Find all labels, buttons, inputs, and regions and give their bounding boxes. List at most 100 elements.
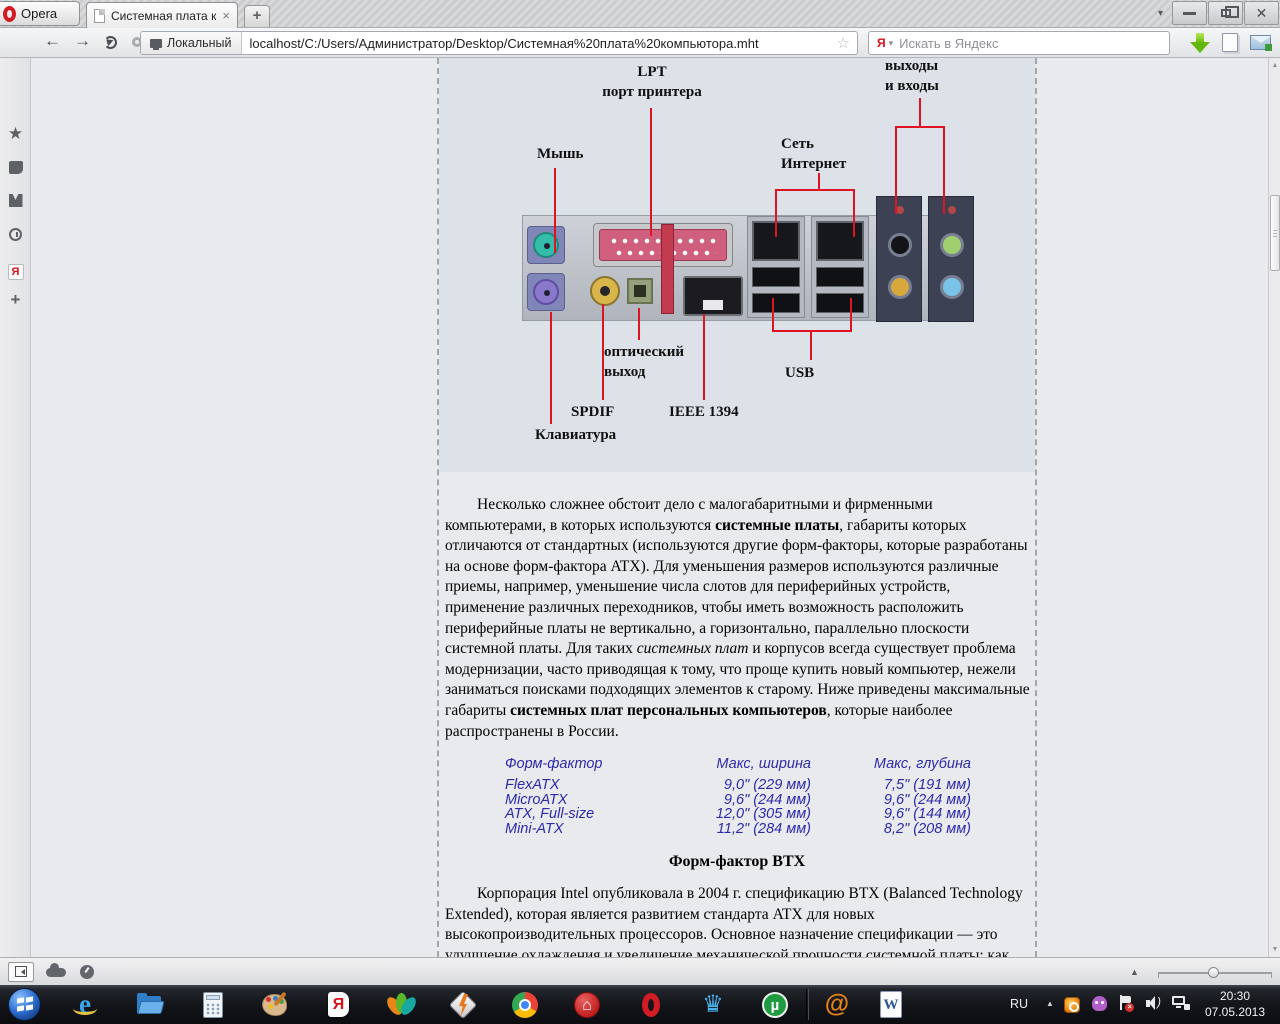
table-row: FlexATX 9,0" (229 мм) 7,5" (191 мм): [505, 777, 971, 794]
start-button[interactable]: [8, 988, 41, 1021]
reload-button[interactable]: [104, 36, 117, 49]
colorful-app-icon[interactable]: [384, 990, 419, 1020]
callout-line-keyboard: [550, 312, 552, 424]
downloads-panel-icon[interactable]: [0, 194, 31, 212]
opera-turbo-gauge-icon[interactable]: [80, 965, 94, 979]
orange-tray-icon[interactable]: [1064, 997, 1080, 1013]
history-panel-icon[interactable]: [0, 228, 31, 246]
scrollbar-thumb[interactable]: [1270, 195, 1280, 271]
col-header-maxwidth: Макс, ширина: [716, 756, 811, 773]
internet-explorer-icon[interactable]: e: [70, 990, 100, 1020]
action-center-flag-icon[interactable]: ×: [1118, 995, 1134, 1012]
scroll-down-arrow-icon[interactable]: ▼: [1269, 946, 1280, 953]
panel-toggle-button[interactable]: [8, 962, 34, 982]
callout-line-net-left: [775, 189, 777, 237]
opera-menu-label: Opera: [21, 6, 58, 21]
crown-app-icon[interactable]: ♛: [698, 990, 728, 1020]
opera-turbo-cloud-icon[interactable]: [46, 963, 66, 977]
forward-button[interactable]: →: [74, 31, 91, 51]
ethernet-usb-stack-2: [811, 216, 869, 318]
restore-button[interactable]: [1208, 1, 1243, 25]
volume-icon[interactable]: ): [1146, 995, 1164, 1011]
motherboard-ports-figure: LPT порт принтера Мышь Сеть Интернет выход…: [439, 58, 1035, 472]
callout-line-io-right: [943, 126, 945, 214]
tab-active[interactable]: Системная плата ком... ×: [86, 2, 238, 28]
notes-panel-icon[interactable]: [0, 161, 31, 179]
utorrent-icon[interactable]: µ: [760, 990, 790, 1020]
snapshot-page-button[interactable]: [1222, 33, 1238, 52]
vertical-scrollbar[interactable]: ▲ ▼: [1268, 58, 1280, 957]
fit-to-width-icon[interactable]: ▲: [1130, 967, 1139, 977]
search-input[interactable]: [899, 35, 1169, 51]
figure-label-network: Сеть Интернет: [781, 136, 847, 172]
yandex-panel-icon[interactable]: Я: [0, 262, 31, 280]
tray-date: 07.05.2013: [1204, 1004, 1266, 1019]
windows-taskbar: e Я ⌂ ♛ µ @ W RU ▲ × ) 20:30 07.05.2013: [0, 985, 1280, 1024]
close-button[interactable]: ✕: [1244, 1, 1279, 25]
scroll-up-arrow-icon[interactable]: ▲: [1269, 62, 1280, 69]
col-header-formfactor: Форм-фактор: [505, 756, 603, 773]
back-button[interactable]: ←: [44, 31, 61, 51]
callout-line-io-bar: [895, 126, 945, 128]
tray-clock[interactable]: 20:30 07.05.2013: [1196, 989, 1274, 1020]
word-icon[interactable]: W: [876, 990, 906, 1020]
navigation-toolbar: ← → Локальный localhost/C:/Users/Админис…: [0, 28, 1280, 58]
callout-line-io-left: [895, 126, 897, 214]
zoom-slider-knob[interactable]: [1208, 967, 1219, 978]
callout-line-mouse: [554, 168, 556, 253]
yandex-browser-icon[interactable]: Я: [324, 990, 354, 1020]
figure-label-keyboard: Клавиатура: [535, 427, 617, 443]
mailru-agent-icon[interactable]: @: [822, 990, 852, 1020]
winamp-icon[interactable]: [448, 990, 478, 1020]
callout-line-usb-bar: [772, 330, 852, 332]
zoom-slider[interactable]: [1158, 967, 1272, 978]
figure-label-usb: USB: [785, 365, 815, 381]
figure-label-audio-io: выходы и входы: [885, 58, 939, 94]
language-indicator[interactable]: RU: [1010, 997, 1028, 1011]
section-heading-btx: Форм-фактор BTX: [668, 853, 806, 871]
address-url-text[interactable]: localhost/C:/Users/Администратор/Desktop…: [242, 36, 830, 51]
show-hidden-icons-arrow[interactable]: ▲: [1046, 999, 1054, 1008]
search-engine-caret-icon[interactable]: ▾: [889, 38, 900, 49]
paragraph-btx: Корпорация Intel опубликовала в 2004 г. …: [445, 885, 1023, 957]
site-badge-button[interactable]: Локальный: [141, 32, 242, 54]
new-tab-button[interactable]: +: [244, 5, 270, 27]
address-bar[interactable]: Локальный localhost/C:/Users/Администрат…: [140, 31, 858, 55]
callout-line-io-stub: [919, 98, 921, 126]
download-button[interactable]: [1190, 33, 1210, 53]
octopus-tray-icon[interactable]: [1092, 996, 1107, 1011]
callout-line-optical: [638, 308, 640, 340]
callout-line-net-bar: [775, 189, 855, 191]
callout-line-spdif: [602, 304, 604, 400]
chrome-icon[interactable]: [510, 990, 540, 1020]
opera-menu-button[interactable]: Opera: [0, 1, 80, 26]
calculator-icon[interactable]: [198, 990, 228, 1020]
window-menu-caret-icon[interactable]: ▾: [1158, 8, 1163, 19]
mail-button[interactable]: [1250, 35, 1272, 51]
add-panel-icon[interactable]: +: [0, 290, 31, 310]
tab-title: Системная плата ком...: [111, 8, 217, 23]
paragraph-formfactors: Несколько сложнее обстоит дело с малогаб…: [445, 496, 1030, 740]
red-connector: [661, 224, 674, 314]
minimize-button[interactable]: [1172, 1, 1207, 25]
taskbar-separator: [806, 989, 807, 1020]
side-panel: ★ Я +: [0, 58, 31, 957]
callout-line-lpt: [650, 108, 652, 236]
network-icon[interactable]: [1172, 996, 1190, 1012]
spdif-jack: [590, 276, 620, 306]
col-header-maxdepth: Макс, глубина: [873, 756, 971, 773]
bookmarks-panel-icon[interactable]: ★: [0, 124, 31, 144]
status-bar: ▲: [0, 957, 1280, 985]
tab-close-icon[interactable]: ×: [222, 8, 230, 23]
opera-browser-icon[interactable]: [636, 990, 666, 1020]
explorer-folder-icon[interactable]: [134, 990, 165, 1020]
bookmark-star-icon[interactable]: ☆: [830, 34, 857, 52]
home-app-icon[interactable]: ⌂: [572, 990, 602, 1020]
audio-jacks-right: [928, 196, 974, 322]
paint-icon[interactable]: [260, 990, 290, 1020]
search-bar[interactable]: Я ▾: [868, 31, 1170, 55]
callout-line-usb-left: [772, 298, 774, 332]
io-panel-photo: [522, 196, 974, 322]
yandex-search-icon[interactable]: Я: [869, 36, 889, 50]
callout-line-usb-stub: [810, 330, 812, 360]
